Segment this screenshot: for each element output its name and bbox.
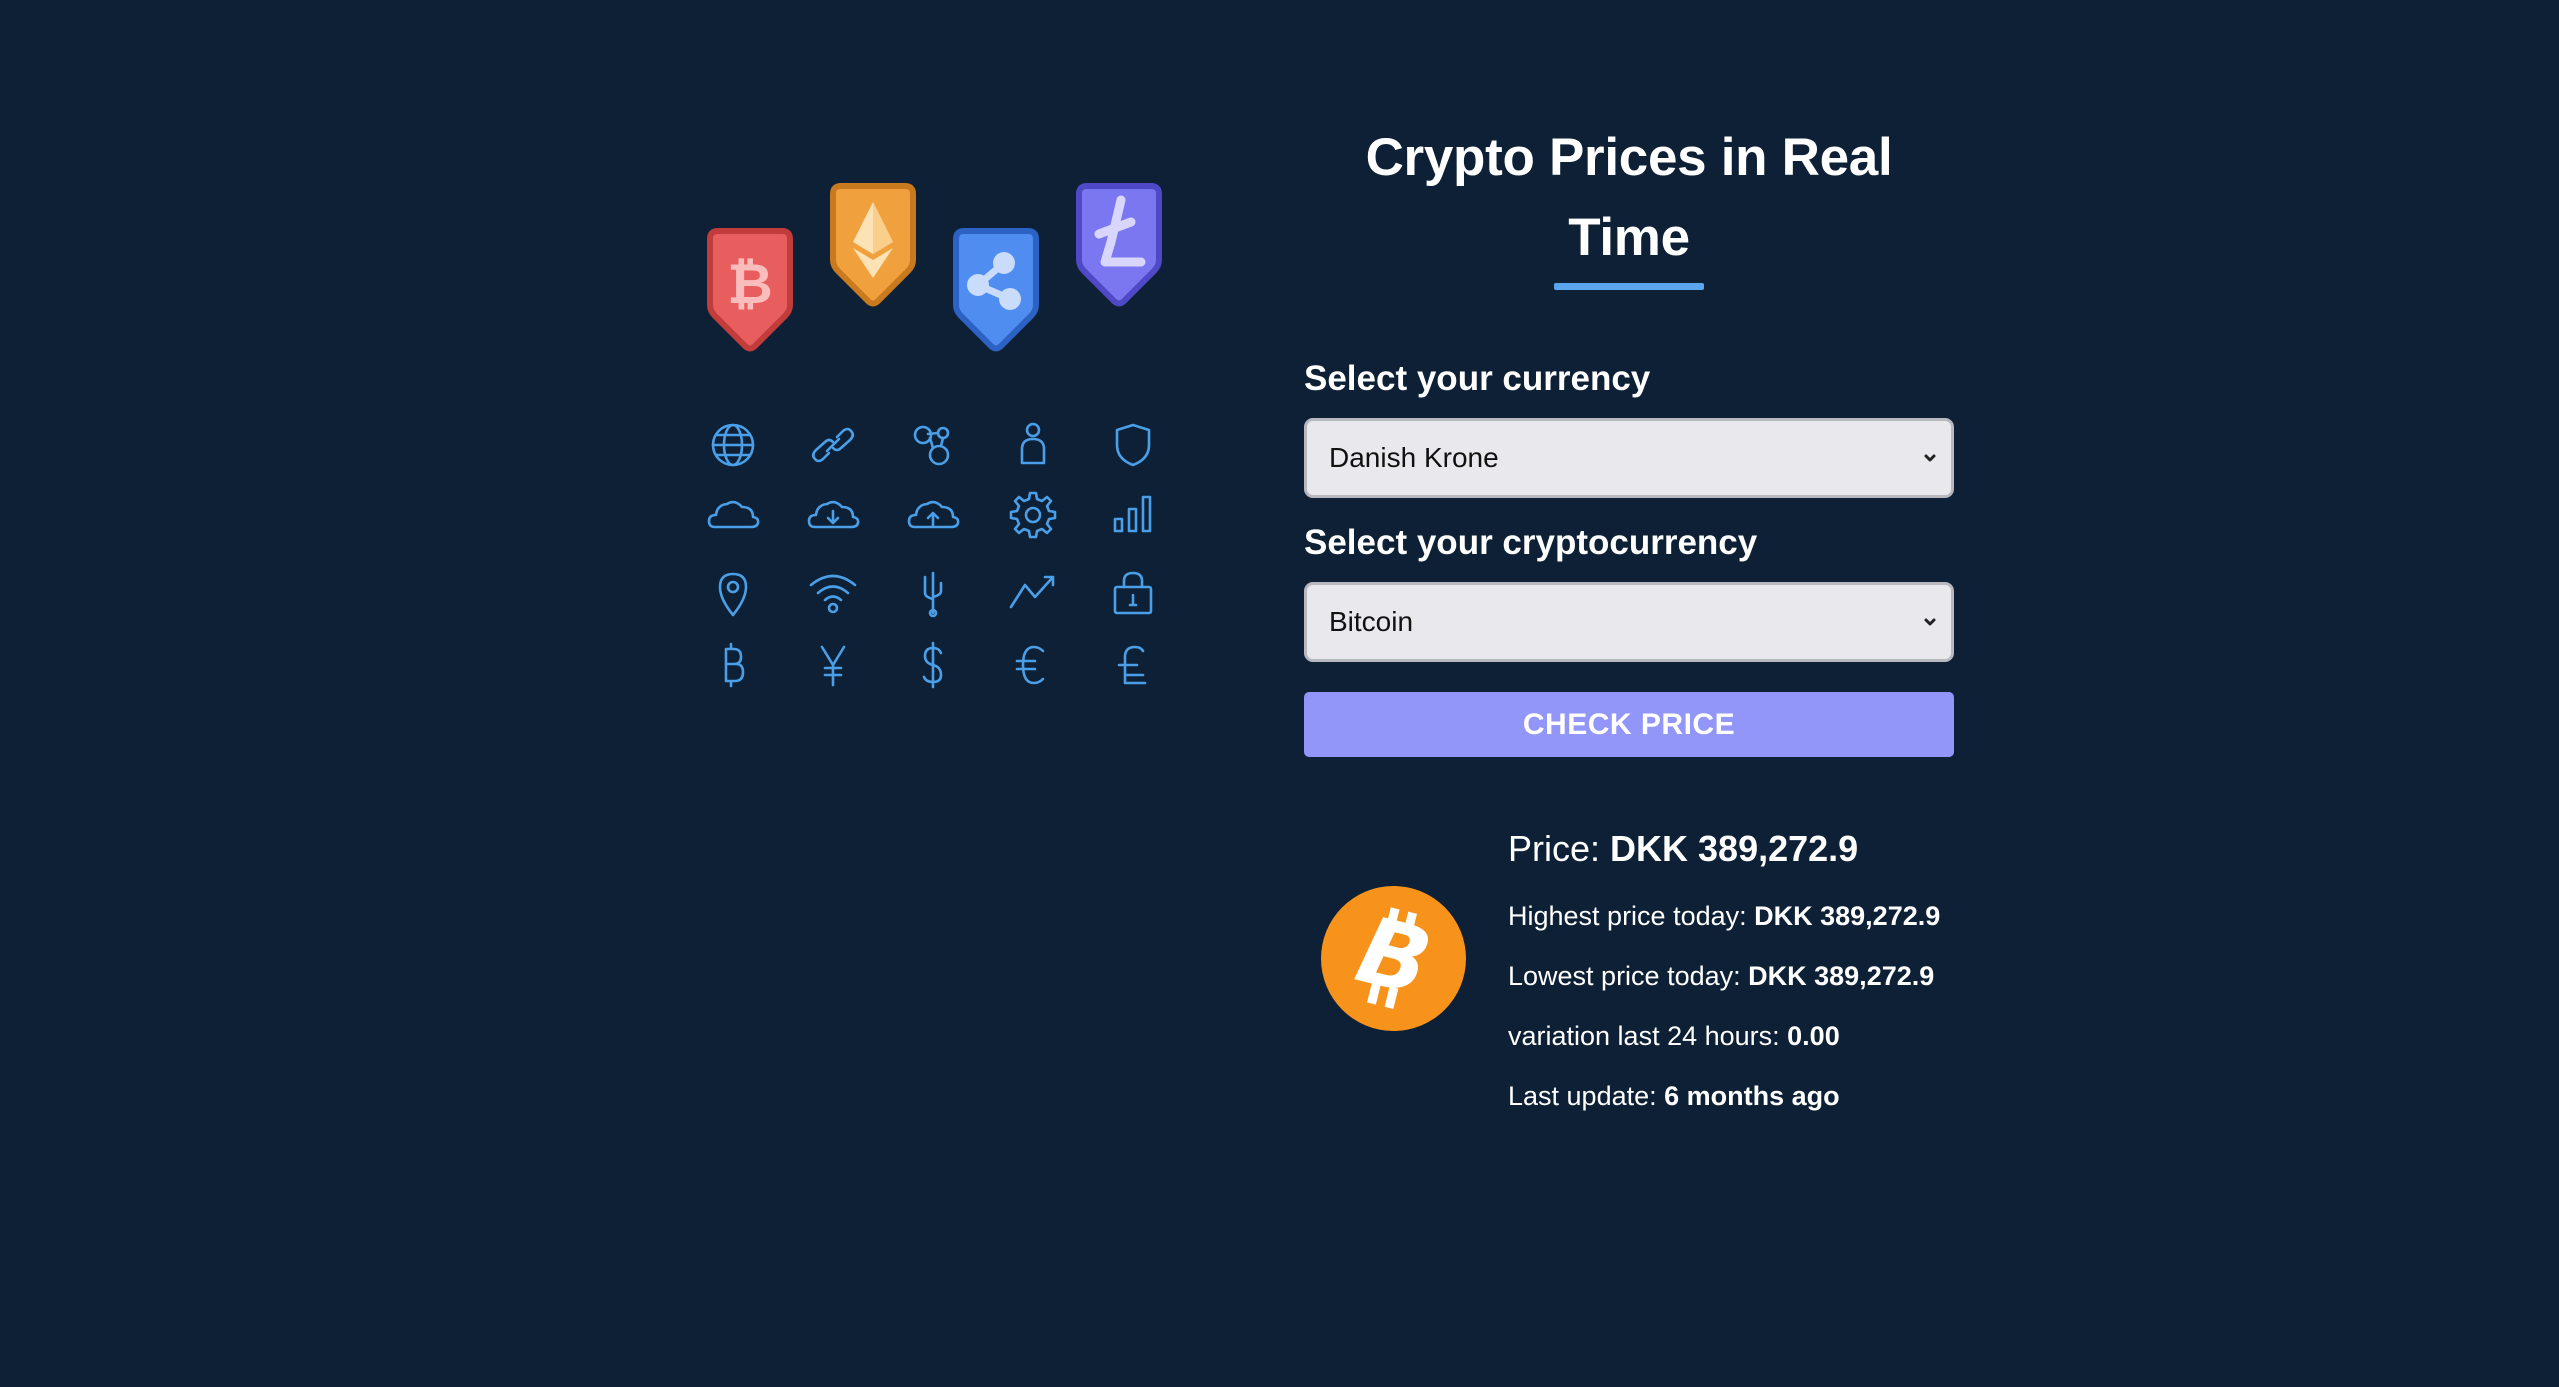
wifi-icon [803, 563, 863, 623]
price-panel: Crypto Prices in Real Time Select your c… [1304, 118, 1954, 1147]
shield-icon [1103, 415, 1163, 475]
lowest-price-line: Lowest price today: DKK 389,272.9 [1508, 959, 1968, 993]
yen-sign-icon [803, 635, 863, 695]
location-pin-icon [703, 563, 763, 623]
lock-icon [1103, 563, 1163, 623]
variation-value: 0.00 [1787, 1021, 1840, 1051]
price-line: Price: DKK 389,272.9 [1508, 827, 1968, 871]
cloud-icon [703, 485, 763, 545]
last-update-line: Last update: 6 months ago [1508, 1079, 1968, 1113]
crypto-select-value: Bitcoin [1329, 606, 1414, 637]
crypto-label: Select your cryptocurrency [1304, 523, 1758, 562]
ethereum-shield-icon [825, 180, 921, 310]
lowest-price-value: DKK 389,272.9 [1748, 961, 1935, 991]
bar-chart-icon [1103, 485, 1163, 545]
bitcoin-sign-icon [703, 635, 763, 695]
price-value: DKK 389,272.9 [1610, 828, 1859, 869]
chain-link-icon [803, 415, 863, 475]
user-icon [1003, 415, 1063, 475]
currency-label: Select your currency [1304, 359, 1651, 398]
pound-sign-icon [1103, 635, 1163, 695]
euro-sign-icon [1003, 635, 1063, 695]
highest-price-label: Highest price today: [1508, 901, 1755, 931]
icon-grid [690, 415, 1190, 715]
ripple-shield-icon [948, 225, 1044, 355]
gear-icon [1003, 485, 1063, 545]
lowest-price-label: Lowest price today: [1508, 961, 1749, 991]
cloud-download-icon [803, 485, 863, 545]
last-update-label: Last update: [1508, 1081, 1665, 1111]
page-title: Crypto Prices in Real Time [1365, 128, 1893, 267]
bitcoin-shield-icon: ₿ [702, 225, 798, 355]
usb-icon [903, 563, 963, 623]
crypto-illustration: ₿ [690, 170, 1190, 710]
page: ₿ Crypto Prices in Real Time Select your… [0, 0, 2559, 1387]
price-details: Price: DKK 389,272.9 Highest price today… [1508, 827, 1968, 1113]
litecoin-shield-icon [1071, 180, 1167, 310]
variation-label: variation last 24 hours: [1508, 1021, 1788, 1051]
price-result: B Price: DKK 389,272.9 Highest price tod… [1304, 827, 1954, 1147]
chevron-down-icon [1923, 615, 1937, 629]
last-update-value: 6 months ago [1664, 1081, 1840, 1111]
globe-icon [703, 415, 763, 475]
nodes-icon [903, 415, 963, 475]
price-label: Price: [1508, 828, 1611, 869]
highest-price-line: Highest price today: DKK 389,272.9 [1508, 899, 1968, 933]
svg-text:₿: ₿ [727, 252, 773, 317]
currency-select-value: Danish Krone [1329, 442, 1499, 473]
cloud-upload-icon [903, 485, 963, 545]
title-underline [1554, 283, 1704, 290]
bitcoin-coin-icon: B [1321, 886, 1466, 1031]
currency-select[interactable]: Danish Krone [1304, 418, 1954, 498]
variation-line: variation last 24 hours: 0.00 [1508, 1019, 1968, 1053]
check-price-button[interactable]: CHECK PRICE [1304, 692, 1954, 757]
dollar-sign-icon [903, 635, 963, 695]
chevron-down-icon [1923, 451, 1937, 465]
trend-up-icon [1003, 563, 1063, 623]
crypto-select[interactable]: Bitcoin [1304, 582, 1954, 662]
highest-price-value: DKK 389,272.9 [1754, 901, 1941, 931]
